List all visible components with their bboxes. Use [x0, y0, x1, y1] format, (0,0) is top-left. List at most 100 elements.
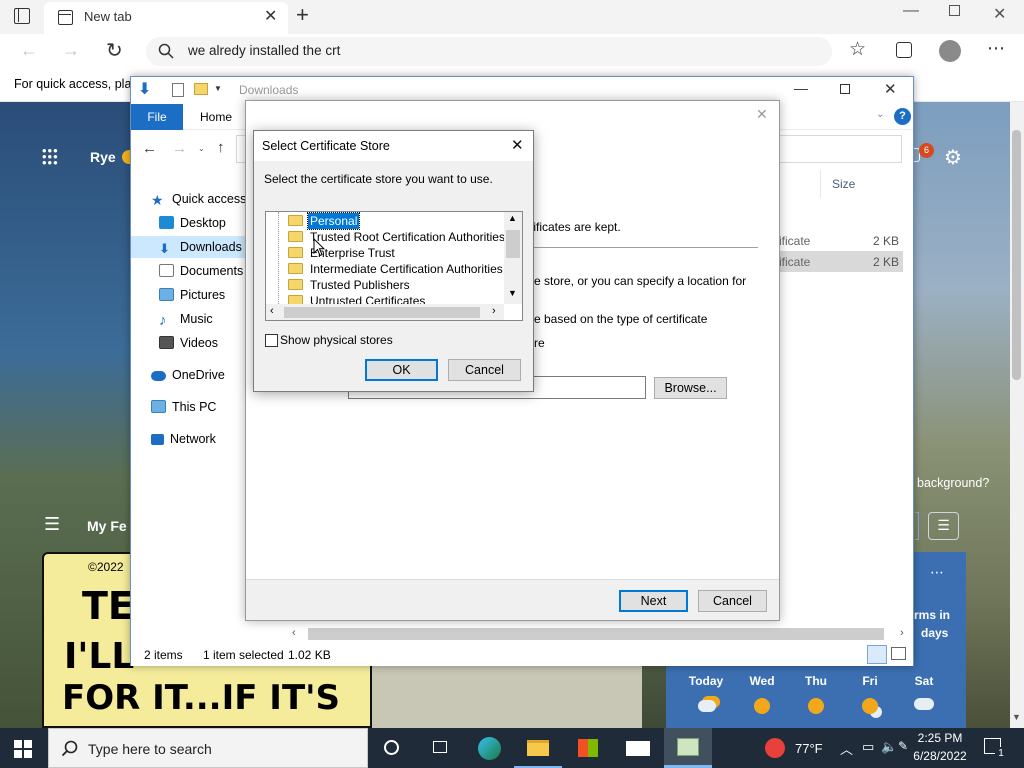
background-question-text[interactable]: background?	[917, 476, 989, 490]
page-scrollbar-thumb[interactable]	[1012, 130, 1021, 380]
address-bar[interactable]: we alredy installed the crt	[146, 37, 832, 66]
nav-forward-icon[interactable]: →	[172, 140, 187, 157]
ribbon-tab-home[interactable]: Home	[200, 110, 232, 124]
store-untrusted[interactable]: Untrusted Certificates	[310, 293, 425, 304]
show-physical-checkbox[interactable]	[265, 334, 278, 347]
minimize-icon[interactable]: —	[903, 2, 919, 20]
file-explorer-taskbar-icon[interactable]	[514, 728, 562, 768]
nav-downloads[interactable]: ⬇ Downloads	[131, 236, 249, 258]
certificate-wizard-taskbar-icon[interactable]	[664, 728, 712, 768]
scroll-left-icon[interactable]: ‹	[292, 627, 296, 639]
close-tab-icon[interactable]: ✕	[264, 6, 277, 26]
nav-desktop[interactable]: Desktop	[159, 212, 226, 234]
settings-gear-icon[interactable]: ⚙	[944, 145, 962, 170]
store-intermediate[interactable]: Intermediate Certification Authorities	[310, 261, 503, 277]
tab-actions-icon[interactable]	[14, 8, 30, 24]
nav-back-icon[interactable]: ←	[142, 140, 157, 157]
tree-h-scroll-thumb[interactable]	[284, 307, 480, 318]
feed-menu-icon[interactable]: ☰	[44, 514, 60, 535]
recent-locations-icon[interactable]: ⌄	[198, 144, 205, 153]
help-icon[interactable]: ?	[894, 108, 911, 125]
more-options-icon[interactable]: ⋯	[987, 38, 1005, 59]
new-folder-icon[interactable]	[194, 83, 208, 95]
tree-v-scroll-thumb[interactable]	[506, 230, 520, 258]
tray-network-icon[interactable]: ▭	[862, 739, 874, 755]
nav-quick-access[interactable]: ★ Quick access	[151, 188, 246, 210]
scroll-down-icon[interactable]: ▼	[1012, 712, 1021, 722]
tray-chevron-icon[interactable]: ︿	[840, 739, 853, 758]
explorer-close-icon[interactable]: ✕	[884, 80, 897, 98]
tree-scroll-right-icon[interactable]: ›	[492, 305, 496, 317]
ok-button[interactable]: OK	[365, 359, 438, 381]
taskbar-date[interactable]: 6/28/2022	[910, 749, 970, 763]
browse-button[interactable]: Browse...	[654, 377, 727, 399]
explorer-h-scrollbar[interactable]: ‹ ›	[292, 626, 912, 642]
tree-scroll-down-icon[interactable]: ▼	[508, 288, 517, 298]
record-icon[interactable]	[765, 738, 785, 758]
wizard-close-icon[interactable]: ✕	[756, 106, 768, 123]
nav-up-icon[interactable]: ↑	[217, 139, 225, 156]
store-trusted-root[interactable]: Trusted Root Certification Authorities	[310, 229, 505, 245]
qat-dropdown-icon[interactable]: ▼	[214, 84, 222, 93]
file-row-selected[interactable]: ificate 2 KB	[779, 251, 903, 272]
nav-videos[interactable]: Videos	[159, 332, 218, 354]
h-scroll-thumb[interactable]	[308, 628, 884, 640]
feed-label[interactable]: My Fe	[87, 518, 127, 534]
task-view-icon[interactable]	[416, 728, 464, 768]
properties-icon[interactable]	[172, 83, 184, 97]
layout-toggle-icon[interactable]	[915, 512, 919, 540]
back-icon[interactable]: ←	[20, 40, 38, 61]
ribbon-tab-file[interactable]: File	[131, 104, 183, 130]
start-windows-icon[interactable]	[14, 740, 32, 758]
nav-pictures[interactable]: Pictures	[159, 284, 225, 306]
tree-scroll-left-icon[interactable]: ‹	[270, 305, 274, 317]
tree-h-scrollbar[interactable]: ‹ ›	[266, 304, 504, 320]
large-icons-view-icon[interactable]	[891, 647, 906, 660]
store-personal[interactable]: Personal	[306, 212, 361, 230]
close-window-icon[interactable]: ✕	[993, 4, 1006, 24]
collections-icon[interactable]	[896, 42, 912, 58]
taskbar-time[interactable]: 2:25 PM	[916, 731, 964, 745]
store-trusted-publishers[interactable]: Trusted Publishers	[310, 277, 410, 293]
apps-grid-icon[interactable]: ••• ••• •••	[42, 144, 62, 169]
tree-scroll-up-icon[interactable]: ▲	[508, 213, 517, 223]
cortana-icon[interactable]	[368, 728, 416, 768]
nav-this-pc[interactable]: This PC	[151, 396, 216, 418]
forward-icon[interactable]: →	[62, 40, 80, 61]
restore-icon[interactable]	[949, 5, 960, 16]
tree-v-scrollbar[interactable]: ▲ ▼	[504, 212, 522, 304]
certificate-store-tree[interactable]: Personal Trusted Root Certification Auth…	[265, 211, 523, 321]
nav-onedrive[interactable]: OneDrive	[151, 364, 225, 386]
ribbon-expand-icon[interactable]: ⌄	[876, 109, 884, 120]
dialog-cancel-button[interactable]: Cancel	[448, 359, 521, 381]
mail-icon[interactable]	[614, 728, 662, 768]
favorites-icon[interactable]: ☆	[849, 38, 866, 61]
column-header-size[interactable]: Size	[820, 170, 908, 198]
profile-avatar[interactable]	[939, 40, 961, 62]
tray-volume-icon[interactable]: 🔈	[881, 739, 897, 755]
wizard-cancel-button[interactable]: Cancel	[698, 590, 767, 612]
refresh-icon[interactable]: ↻	[106, 38, 123, 63]
file-row[interactable]: ificate 2 KB	[779, 230, 903, 251]
browser-tab[interactable]: New tab ✕	[44, 2, 288, 34]
nav-network[interactable]: Network	[151, 428, 216, 450]
feed-list-view-icon[interactable]: ☰	[928, 512, 959, 540]
nav-documents[interactable]: Documents	[159, 260, 243, 282]
details-view-icon[interactable]	[867, 645, 887, 664]
scroll-right-icon[interactable]: ›	[900, 627, 904, 639]
weather-more-icon[interactable]: ⋯	[930, 564, 944, 581]
store-icon[interactable]	[564, 728, 612, 768]
explorer-minimize-icon[interactable]: —	[794, 80, 808, 96]
show-physical-label[interactable]: Show physical stores	[280, 333, 393, 347]
explorer-maximize-icon[interactable]	[840, 84, 850, 94]
navigation-pane: ★ Quick access Desktop ⬇ Downloads Documen…	[131, 170, 249, 640]
explorer-search-box[interactable]	[779, 135, 902, 163]
taskbar-temperature[interactable]: 77°F	[795, 741, 823, 756]
tray-pen-icon[interactable]: ✎	[898, 739, 908, 753]
nav-music[interactable]: ♪ Music	[159, 308, 213, 330]
edge-icon[interactable]	[466, 728, 514, 768]
dialog-close-icon[interactable]: ✕	[511, 136, 524, 154]
taskbar-search-box[interactable]: Type here to search	[48, 728, 368, 768]
new-tab-button[interactable]: +	[296, 2, 309, 28]
next-button[interactable]: Next	[619, 590, 688, 612]
